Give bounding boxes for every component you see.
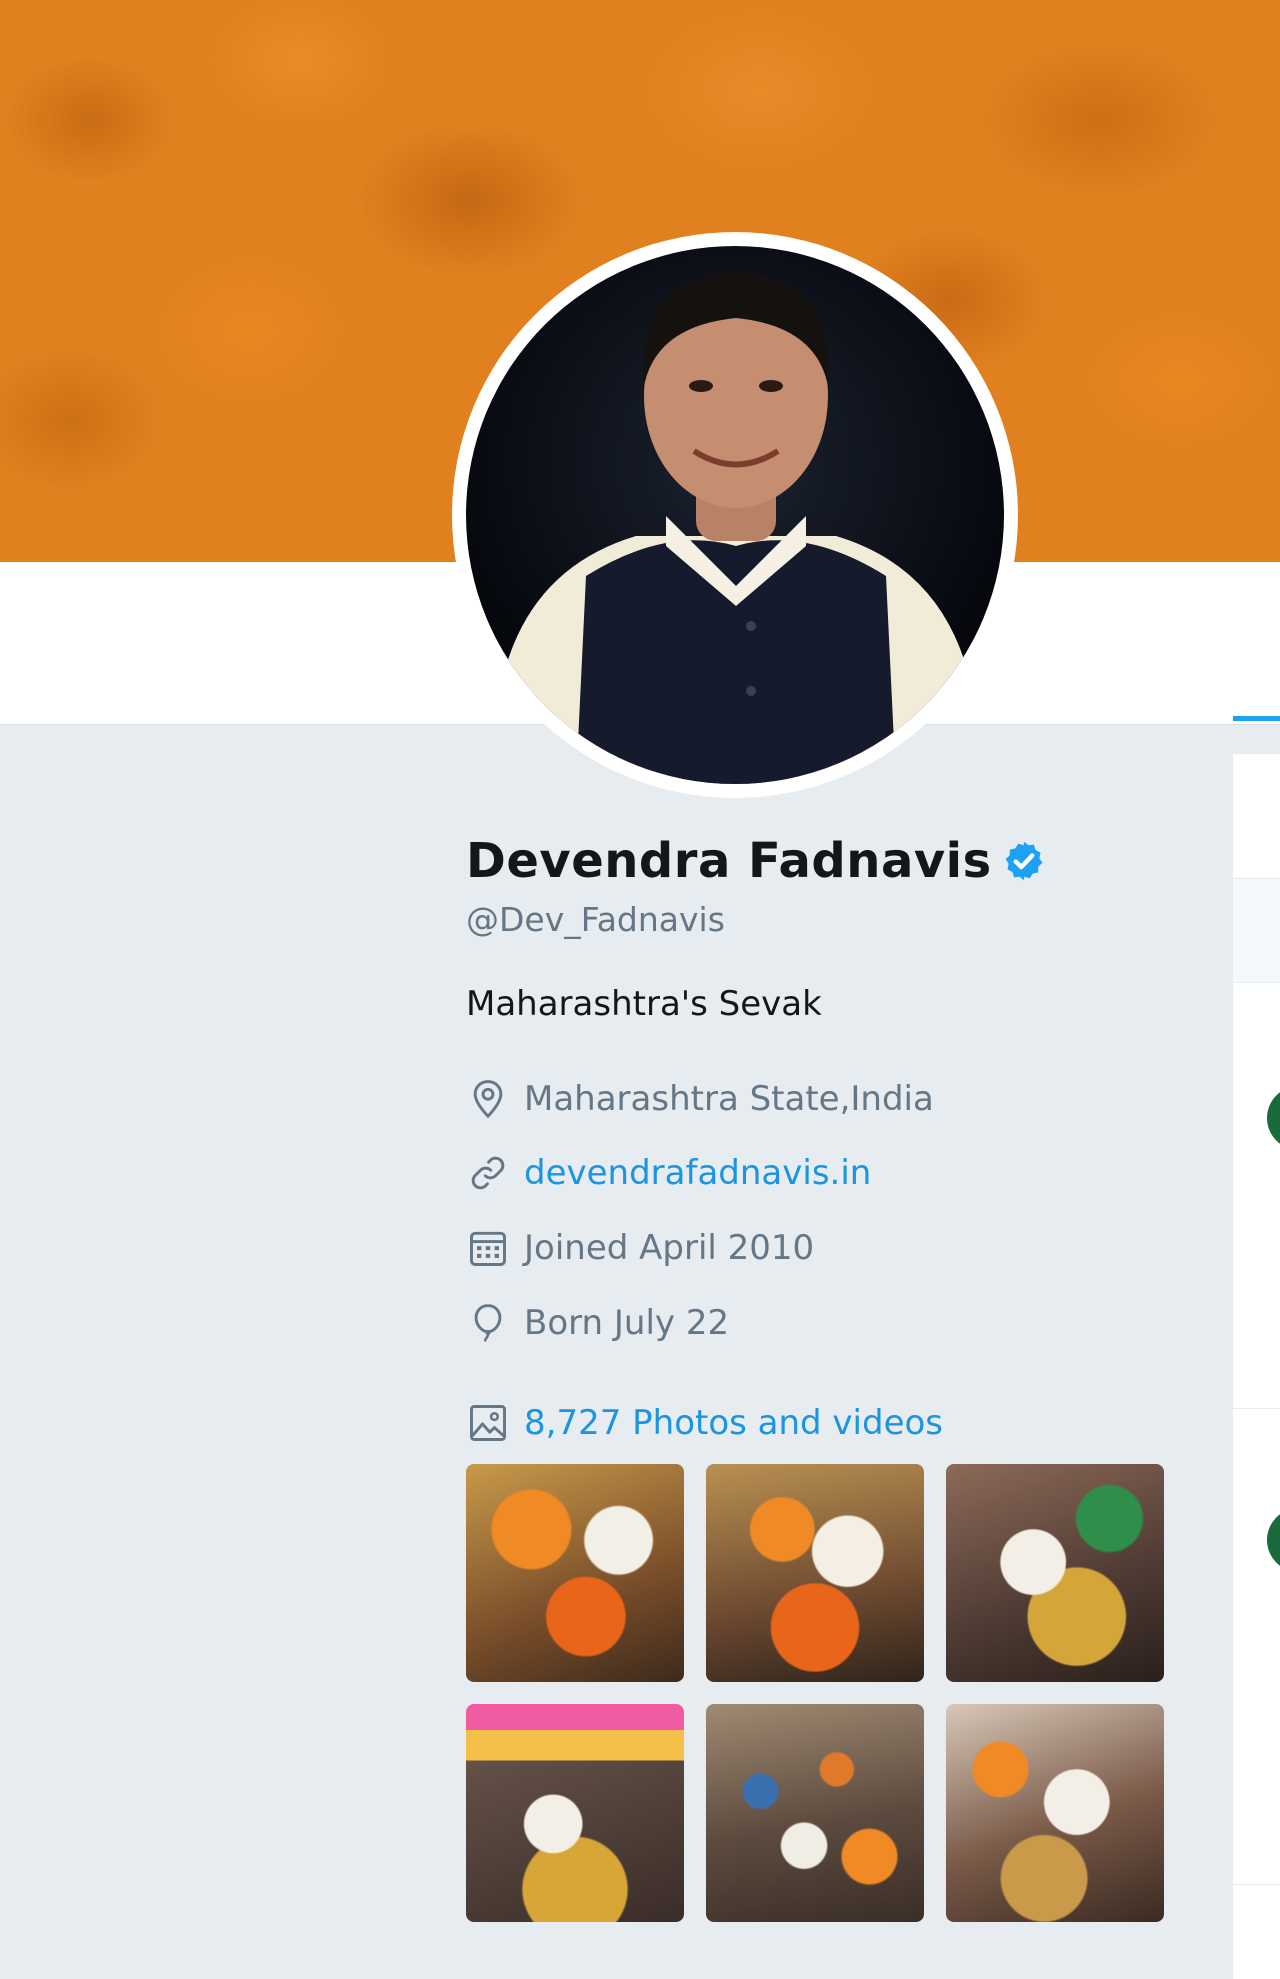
profile-joined: Joined April 2010 <box>524 1228 815 1268</box>
profile-location: Maharashtra State,India <box>524 1079 934 1119</box>
media-thumb-1[interactable] <box>466 1464 684 1682</box>
timeline-notice-strip <box>1233 878 1280 982</box>
profile-bio: Maharashtra's Sevak <box>466 984 822 1024</box>
media-thumb-2[interactable] <box>706 1464 924 1682</box>
tweet-avatar[interactable] <box>1267 1086 1280 1150</box>
profile-birthday: Born July 22 <box>524 1303 730 1343</box>
media-thumb-4[interactable] <box>466 1704 684 1922</box>
media-thumb-3[interactable] <box>946 1464 1164 1682</box>
profile-name-row: Devendra Fadnavis <box>466 828 1046 894</box>
profile-birthday-row: Born July 22 <box>466 1298 729 1348</box>
profile-website-row: devendrafadnavis.in <box>466 1148 871 1198</box>
profile-website-link[interactable]: devendrafadnavis.in <box>524 1153 871 1193</box>
balloon-icon <box>474 1304 502 1342</box>
profile-handle[interactable]: @Dev_Fadnavis <box>466 900 725 939</box>
media-thumb-5[interactable] <box>706 1704 924 1922</box>
profile-joined-row: Joined April 2010 <box>466 1223 814 1273</box>
avatar-portrait <box>506 271 966 784</box>
nav-tab-tweets-fragment[interactable] <box>1233 648 1280 722</box>
profile-name[interactable]: Devendra Fadnavis <box>466 833 992 889</box>
verified-badge-icon <box>1005 841 1042 881</box>
link-icon <box>471 1156 505 1190</box>
tweet-avatar[interactable] <box>1267 1508 1280 1572</box>
profile-avatar[interactable] <box>466 246 1004 784</box>
timeline-column <box>1233 754 1280 1979</box>
calendar-icon <box>470 1231 506 1266</box>
profile-location-row: Maharashtra State,India <box>466 1074 934 1124</box>
media-thumb-6[interactable] <box>946 1704 1164 1922</box>
location-pin-icon <box>473 1080 503 1119</box>
photos-videos-label[interactable]: 8,727 Photos and videos <box>524 1403 943 1443</box>
image-icon <box>470 1405 506 1441</box>
active-tab-indicator <box>1233 716 1280 721</box>
photos-videos-link[interactable]: 8,727 Photos and videos <box>466 1398 943 1448</box>
